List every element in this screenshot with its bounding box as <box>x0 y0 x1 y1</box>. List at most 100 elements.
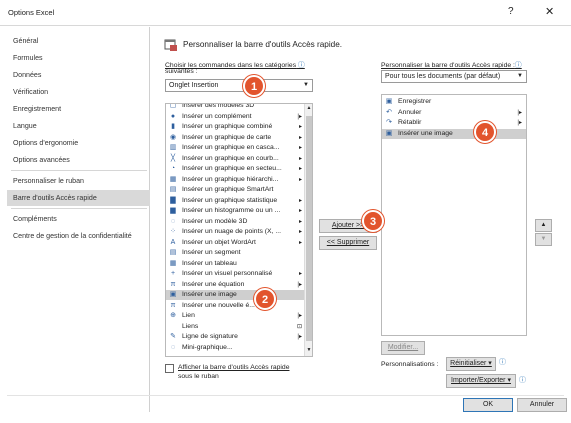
qat_items-row[interactable]: ↶ Annuler |▸ <box>382 108 526 118</box>
commands-scrollbar[interactable]: ▲ ▼ <box>304 104 312 356</box>
commands-label: Insérer un objet WordArt <box>182 238 256 246</box>
submenu-arrow-icon: |▸ <box>297 113 302 120</box>
commands-label: Insérer une équation <box>182 280 245 288</box>
commands-row[interactable]: ✎ Ligne de signature |▸ <box>166 332 306 342</box>
commands-row[interactable]: ╳ Insérer un graphique en courb... ▸ <box>166 154 306 164</box>
submenu-arrow-icon: ▸ <box>298 176 302 183</box>
commands-row[interactable]: + Insérer un visuel personnalisé ▸ <box>166 269 306 279</box>
stat-chart-icon: ▇ <box>170 196 176 204</box>
sidebar-item-label: Général <box>13 37 39 45</box>
customize-qat-label-text: Personnaliser la barre d'outils Accès ra… <box>381 62 515 69</box>
commands-row[interactable]: ● Insérer un complément |▸ <box>166 112 306 122</box>
qat_items-row[interactable]: ▣ Insérer une image <box>382 128 526 139</box>
show-below-ribbon-label-line1: Afficher la barre d'outils Accès rapide <box>178 364 290 371</box>
sidebar-item-advanced[interactable]: Options avancées <box>7 152 150 168</box>
commands-row[interactable]: A Insérer un objet WordArt ▸ <box>166 238 306 248</box>
sidebar-item-accessibility[interactable]: Options d'ergonomie <box>7 135 150 151</box>
qat_items-row[interactable]: ▣ Enregistrer <box>382 97 526 107</box>
custom-visual-icon: + <box>170 270 176 277</box>
customize-qat-dropdown[interactable]: Pour tous les documents (par défaut) ▼ <box>381 70 527 83</box>
commands-label: Insérer une nouvelle é... <box>182 301 255 309</box>
commands-row[interactable]: ▦ Insérer un graphique hiérarchi... ▸ <box>166 175 306 185</box>
commands-row[interactable]: ⊕ Lien |▸ <box>166 311 306 321</box>
qat_items-row[interactable]: ↷ Rétablir |▸ <box>382 118 526 128</box>
submenu-arrow-icon: ▸ <box>298 155 302 162</box>
sidebar-item-customize-ribbon[interactable]: Personnaliser le ruban <box>7 173 150 189</box>
commands-row[interactable]: π Insérer une nouvelle é... <box>166 301 306 311</box>
import-export-button[interactable]: Importer/Exporter ▾ <box>446 374 516 388</box>
customize-qat-value: Pour tous les documents (par défaut) <box>385 73 501 80</box>
commands-list[interactable]: ▢ Insérer des modèles 3D ● Insérer un compl… <box>165 103 313 357</box>
sidebar-item-save[interactable]: Enregistrement <box>7 101 150 117</box>
scrollbar-thumb[interactable] <box>306 116 312 341</box>
commands-row[interactable]: ▤ Insérer un graphique SmartArt <box>166 185 306 195</box>
reset-button[interactable]: Réinitialiser ▾ <box>446 357 496 371</box>
commands-row[interactable]: ▢ Insérer des modèles 3D <box>166 104 306 111</box>
sidebar: Général Formules Données Vérification En… <box>7 27 150 412</box>
modify-button-label: Modifier... <box>387 344 419 351</box>
qat_items-label: Annuler <box>398 108 422 116</box>
scroll-up-icon[interactable]: ▲ <box>305 105 312 111</box>
commands-row[interactable]: ◔ Insérer un graphique en secteu... ▸ <box>166 164 306 174</box>
show-below-ribbon-checkbox[interactable] <box>165 364 174 373</box>
commands-row[interactable]: ▆ Insérer un histogramme ou un ... ▸ <box>166 206 306 216</box>
sidebar-item-quick-access-toolbar[interactable]: Barre d'outils Accès rapide <box>7 190 150 206</box>
commands-label: Insérer un graphique en secteu... <box>182 165 282 172</box>
qat_items-label: Enregistrer <box>398 98 432 105</box>
commands-row[interactable]: ◉ Insérer un graphique de carte ▸ <box>166 133 306 143</box>
commands-row[interactable]: ▇ Insérer un graphique statistique ▸ <box>166 196 306 206</box>
move-down-button[interactable]: ▼ <box>535 233 552 246</box>
sidebar-divider <box>11 170 147 171</box>
commands-row[interactable]: ▥ Insérer un graphique en casca... ▸ <box>166 143 306 153</box>
qat-list[interactable]: ▣ Enregistrer ↶ Annuler |▸ ↷ Rétablir |▸ ▣ Insére… <box>381 94 527 336</box>
commands-row[interactable]: ⁘ Insérer un nuage de points (X, ... ▸ <box>166 227 306 237</box>
submenu-arrow-icon: ▸ <box>298 197 302 204</box>
commands-row[interactable]: ◌ Mini-graphique... <box>166 343 306 353</box>
submenu-arrow-icon: ▸ <box>298 208 302 214</box>
modify-button[interactable]: Modifier... <box>381 341 425 355</box>
scroll-down-icon[interactable]: ▼ <box>305 347 312 353</box>
choose-commands-value: Onglet Insertion <box>169 82 219 89</box>
sidebar-item-label: Données <box>13 71 42 79</box>
commands-row[interactable]: ▣ Insérer une image <box>166 290 306 300</box>
info-icon: ⓘ <box>499 359 506 366</box>
commands-label: Insérer un graphique statistique <box>182 196 278 204</box>
commands-row[interactable]: ▤ Insérer un segment <box>166 248 306 258</box>
submenu-arrow-icon: ▸ <box>298 229 302 235</box>
sidebar-item-proofing[interactable]: Vérification <box>7 84 150 100</box>
link-icon: ⊕ <box>170 312 176 319</box>
choose-commands-dropdown[interactable]: Onglet Insertion ▼ <box>165 79 313 92</box>
sidebar-item-data[interactable]: Données <box>7 67 150 83</box>
up-arrow-icon: ▲ <box>540 222 547 228</box>
submenu-arrow-icon: ▸ <box>298 218 302 225</box>
commands-row[interactable]: ▮ Insérer un graphique combiné ▸ <box>166 122 306 132</box>
sidebar-item-general[interactable]: Général <box>7 33 150 49</box>
commands-label: Insérer une image <box>182 291 237 298</box>
help-button[interactable]: ? <box>508 6 514 17</box>
cancel-button[interactable]: Annuler <box>517 398 567 412</box>
addin-icon: ● <box>170 112 176 120</box>
commands-label: Insérer un tableau <box>182 259 237 267</box>
ok-button[interactable]: OK <box>463 398 513 412</box>
redo-icon: ↷ <box>386 119 392 126</box>
commands-row[interactable]: ◌ Insérer un modèle 3D ▸ <box>166 217 306 227</box>
commands-label: Insérer un visuel personnalisé <box>182 270 273 277</box>
sidebar-item-label: Formules <box>13 54 43 62</box>
commands-row[interactable]: π Insérer une équation |▸ <box>166 280 306 290</box>
down-arrow-icon: ▼ <box>540 236 547 242</box>
move-up-button[interactable]: ▲ <box>535 219 552 232</box>
sidebar-item-label: Centre de gestion de la confidentialité <box>13 232 132 240</box>
commands-row[interactable]: Liens ⊡ <box>166 322 306 332</box>
sidebar-item-addins[interactable]: Compléments <box>7 211 150 227</box>
ok-button-label: OK <box>482 401 494 408</box>
sidebar-item-label: Vérification <box>13 88 49 96</box>
submenu-arrow-icon: ▸ <box>298 145 302 151</box>
remove-button[interactable]: << Supprimer <box>319 236 377 250</box>
close-button[interactable]: ✕ <box>545 5 554 18</box>
new-equation-icon: π <box>170 301 176 309</box>
show-below-ribbon-label-line2: sous le ruban <box>178 373 219 380</box>
sidebar-item-trust-center[interactable]: Centre de gestion de la confidentialité <box>7 228 150 244</box>
sidebar-item-language[interactable]: Langue <box>7 118 150 134</box>
commands-row[interactable]: ▦ Insérer un tableau <box>166 259 306 269</box>
sidebar-item-formulas[interactable]: Formules <box>7 50 150 66</box>
